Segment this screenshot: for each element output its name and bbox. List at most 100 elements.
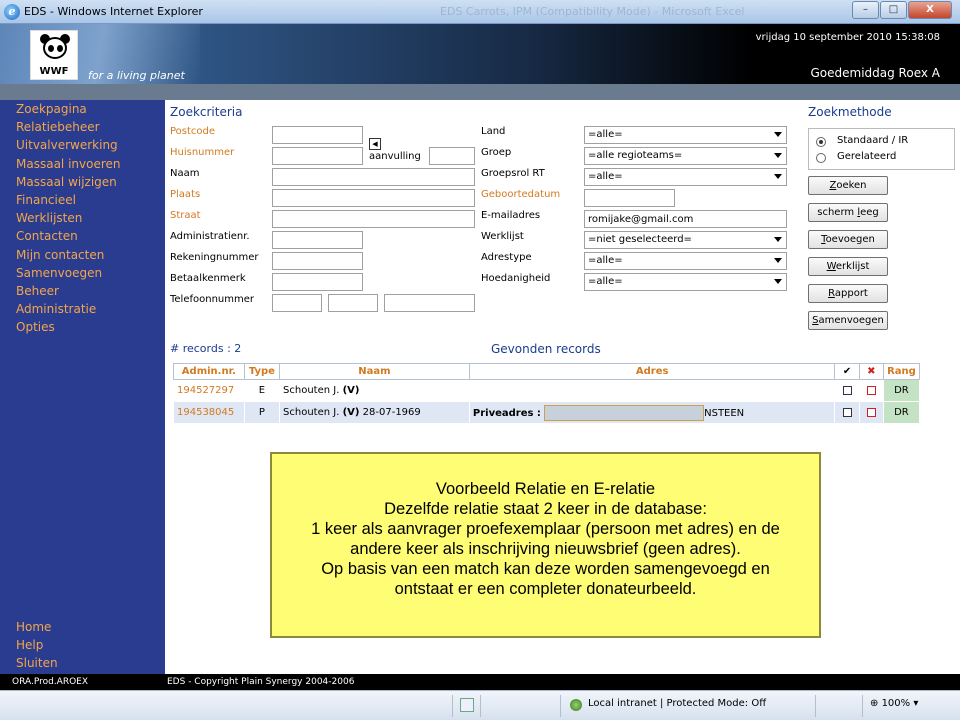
chevron-down-icon <box>774 174 782 179</box>
administratienr-input[interactable] <box>272 231 363 249</box>
greeting: Goedemiddag Roex A <box>810 66 940 80</box>
tagline: for a living planet <box>88 69 185 82</box>
minimize-button[interactable]: – <box>852 1 879 19</box>
betaalkenmerk-input[interactable] <box>272 273 363 291</box>
admin-nr-link[interactable]: 194538045 <box>173 401 245 424</box>
table-row[interactable]: 194538045 P Schouten J. (V) 28-07-1969 P… <box>173 401 921 424</box>
sidebar-item-samenvoegen[interactable]: Samenvoegen <box>0 264 165 282</box>
telefoon-input-3[interactable] <box>384 294 475 312</box>
records-count: # records : 2 <box>170 342 242 355</box>
table-row[interactable]: 194527297 E Schouten J. (V) DR <box>173 379 921 402</box>
zoom-level[interactable]: ⊕ 100% ▾ <box>870 698 918 709</box>
aanvulling-input[interactable] <box>429 147 475 165</box>
sidebar-item-massaal-invoeren[interactable]: Massaal invoeren <box>0 155 165 173</box>
wwf-logo[interactable]: WWF <box>30 30 78 80</box>
type-cell: P <box>243 401 281 424</box>
lookup-icon[interactable]: ◀ <box>369 138 381 150</box>
sidebar-item-massaal-wijzigen[interactable]: Massaal wijzigen <box>0 173 165 191</box>
header-banner-gradient <box>200 24 750 84</box>
note-line: Op basis van een match kan deze worden s… <box>321 560 770 578</box>
rang-cell: DR <box>882 401 921 424</box>
plaats-input[interactable] <box>272 189 475 207</box>
land-select[interactable]: =alle= <box>584 126 787 144</box>
col-rang[interactable]: Rang <box>882 363 921 380</box>
col-admin[interactable]: Admin.nr. <box>173 363 245 380</box>
note-line: ontstaat er een completer donateurbeeld. <box>394 580 697 598</box>
radio-gerelateerd[interactable] <box>816 153 826 163</box>
header-subbar <box>0 84 960 100</box>
telefoon-input-1[interactable] <box>272 294 322 312</box>
naam-cell: Schouten J. (V) 28-07-1969 <box>279 401 470 424</box>
adrestype-select[interactable]: =alle= <box>584 252 787 270</box>
huisnummer-input[interactable] <box>272 147 363 165</box>
admin-nr-link[interactable]: 194527297 <box>173 379 245 402</box>
rekeningnummer-label: Rekeningnummer <box>170 252 259 263</box>
land-label: Land <box>481 126 506 137</box>
radio-gerelateerd-label: Gerelateerd <box>837 151 897 162</box>
popup-blocker-icon[interactable] <box>460 698 474 712</box>
redacted-address <box>544 404 705 421</box>
chevron-down-icon <box>774 153 782 158</box>
select-checkbox[interactable] <box>834 379 860 402</box>
close-button[interactable]: X <box>908 1 952 19</box>
telefoon-input-2[interactable] <box>328 294 378 312</box>
postcode-input[interactable] <box>272 126 363 144</box>
results-title: Gevonden records <box>491 342 601 356</box>
col-type[interactable]: Type <box>243 363 281 380</box>
sidebar-item-beheer[interactable]: Beheer <box>0 282 165 300</box>
hoedanigheid-select[interactable]: =alle= <box>584 273 787 291</box>
sidebar-item-uitvalverwerking[interactable]: Uitvalverwerking <box>0 136 165 154</box>
administratienr-label: Administratienr. <box>170 231 250 242</box>
window-title: EDS - Windows Internet Explorer <box>24 5 203 18</box>
sidebar-item-sluiten[interactable]: Sluiten <box>0 654 165 672</box>
sidebar-item-home[interactable]: Home <box>0 618 165 636</box>
hoedanigheid-label: Hoedanigheid <box>481 273 551 284</box>
sidebar-item-help[interactable]: Help <box>0 636 165 654</box>
table-header-row: Admin.nr. Type Naam Adres ✔ ✖ Rang <box>173 363 921 380</box>
search-method-title: Zoekmethode <box>808 105 892 119</box>
groep-select[interactable]: =alle regioteams= <box>584 147 787 165</box>
browser-statusbar: Local intranet | Protected Mode: Off ⊕ 1… <box>0 690 960 720</box>
straat-label: Straat <box>170 210 201 221</box>
sidebar-item-financieel[interactable]: Financieel <box>0 191 165 209</box>
remove-checkbox[interactable] <box>858 379 884 402</box>
security-zone[interactable]: Local intranet | Protected Mode: Off <box>588 698 766 709</box>
sidebar-item-mijn-contacten[interactable]: Mijn contacten <box>0 246 165 264</box>
geboortedatum-input[interactable] <box>584 189 675 207</box>
sidebar-item-relatiebeheer[interactable]: Relatiebeheer <box>0 118 165 136</box>
chevron-down-icon <box>774 132 782 137</box>
sidebar-item-zoekpagina[interactable]: Zoekpagina <box>0 100 165 118</box>
postcode-label: Postcode <box>170 126 216 137</box>
logo-text: WWF <box>39 66 69 77</box>
sidebar: Zoekpagina Relatiebeheer Uitvalverwerkin… <box>0 100 165 674</box>
toevoegen-button[interactable]: Toevoegen <box>808 230 888 249</box>
sidebar-item-werklijsten[interactable]: Werklijsten <box>0 209 165 227</box>
rekeningnummer-input[interactable] <box>272 252 363 270</box>
naam-input[interactable] <box>272 168 475 186</box>
huisnummer-label: Huisnummer <box>170 147 235 158</box>
maximize-button[interactable]: □ <box>880 1 907 19</box>
sidebar-item-opties[interactable]: Opties <box>0 318 165 336</box>
remove-checkbox[interactable] <box>858 401 884 424</box>
radio-standaard[interactable] <box>816 137 826 147</box>
select-checkbox[interactable] <box>834 401 860 424</box>
col-check: ✔ <box>834 363 860 380</box>
werklijst-select[interactable]: =niet geselecteerd= <box>584 231 787 249</box>
col-adres[interactable]: Adres <box>468 363 836 380</box>
search-method-panel: Standaard / IR Gerelateerd <box>808 128 955 170</box>
werklijst-button[interactable]: Werklijst <box>808 257 888 276</box>
betaalkenmerk-label: Betaalkenmerk <box>170 273 246 284</box>
zoeken-button[interactable]: Zoeken <box>808 176 888 195</box>
adrestype-label: Adrestype <box>481 252 532 263</box>
samenvoegen-button[interactable]: Samenvoegen <box>808 311 888 330</box>
scherm-leeg-button[interactable]: scherm leeg <box>808 203 888 222</box>
chevron-down-icon <box>774 258 782 263</box>
col-naam[interactable]: Naam <box>279 363 470 380</box>
email-input[interactable] <box>584 210 787 228</box>
straat-input[interactable] <box>272 210 475 228</box>
sidebar-item-administratie[interactable]: Administratie <box>0 300 165 318</box>
rapport-button[interactable]: Rapport <box>808 284 888 303</box>
groepsrol-select[interactable]: =alle= <box>584 168 787 186</box>
naam-label: Naam <box>170 168 200 179</box>
sidebar-item-contacten[interactable]: Contacten <box>0 227 165 245</box>
